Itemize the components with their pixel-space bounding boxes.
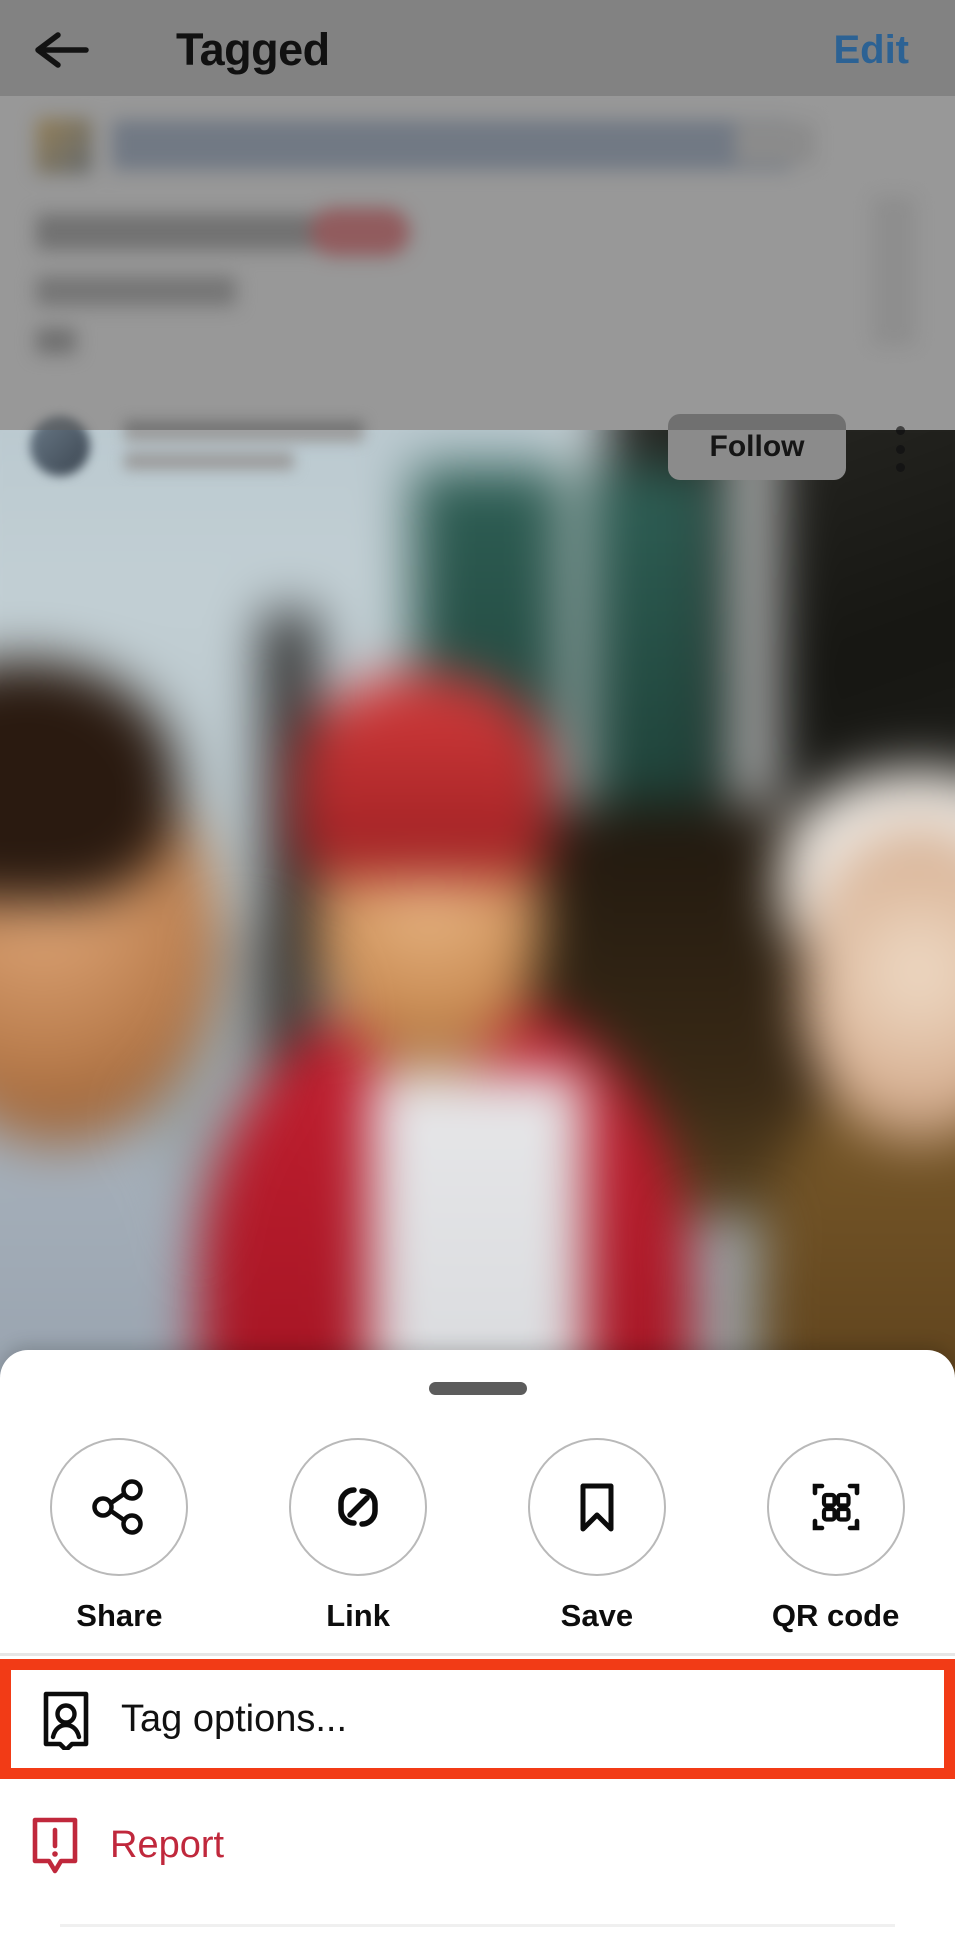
author-name-line (124, 420, 364, 442)
action-qr-code-label: QR code (771, 1598, 900, 1633)
qr-code-icon-circle (766, 1438, 905, 1576)
kebab-dot (895, 463, 905, 472)
content-text-line-3 (36, 328, 76, 354)
content-right-column (872, 196, 916, 346)
link-icon-circle (289, 1438, 428, 1576)
app-header: Tagged Edit (0, 0, 955, 96)
action-share-label: Share (76, 1598, 163, 1633)
sheet-divider (0, 1653, 955, 1656)
author-row: Follow (0, 408, 955, 518)
action-link[interactable]: Link (239, 1438, 478, 1668)
menu-item-report[interactable]: Report (0, 1790, 955, 1900)
quick-actions-row: Share Link Save QR code (0, 1438, 955, 1668)
edit-button[interactable]: Edit (833, 28, 909, 73)
menu-item-tag-options-label: Tag options... (121, 1697, 348, 1740)
content-text-line-1 (36, 214, 326, 250)
share-icon (92, 1479, 144, 1535)
share-icon-circle (50, 1438, 189, 1576)
qr-code-icon (812, 1483, 859, 1531)
menu-item-report-label: Report (110, 1823, 225, 1866)
page-title: Tagged (176, 24, 330, 75)
link-icon (338, 1487, 378, 1527)
drag-handle[interactable] (428, 1382, 527, 1395)
content-link-line (112, 120, 792, 170)
action-link-label: Link (326, 1598, 390, 1633)
author-avatar (30, 416, 90, 476)
action-save-label: Save (560, 1598, 634, 1633)
content-right-chip (735, 122, 815, 164)
content-avatar (36, 118, 92, 174)
content-badge (310, 208, 410, 256)
tag-person-icon (11, 1688, 121, 1750)
tag-options-highlight: Tag options... (0, 1659, 955, 1779)
author-meta-line (124, 452, 294, 470)
menu-item-tag-options[interactable]: Tag options... (11, 1670, 955, 1768)
kebab-dot (895, 426, 905, 435)
action-qr-code[interactable]: QR code (716, 1438, 955, 1668)
kebab-menu-icon[interactable] (888, 426, 912, 472)
photo-person-center-cap (294, 672, 553, 879)
kebab-dot (895, 444, 905, 454)
bookmark-icon (580, 1483, 614, 1532)
content-text-line-2 (36, 276, 236, 306)
tagged-post-content (0, 96, 955, 430)
author-name-block (124, 418, 400, 476)
bottom-divider (60, 1924, 895, 1927)
follow-button-label: Follow (709, 430, 805, 463)
follow-button[interactable]: Follow (668, 414, 846, 480)
arrow-left-icon[interactable] (28, 28, 92, 72)
bookmark-icon-circle (527, 1438, 666, 1576)
action-share[interactable]: Share (0, 1438, 239, 1668)
report-icon (0, 1813, 110, 1877)
action-save[interactable]: Save (478, 1438, 717, 1668)
